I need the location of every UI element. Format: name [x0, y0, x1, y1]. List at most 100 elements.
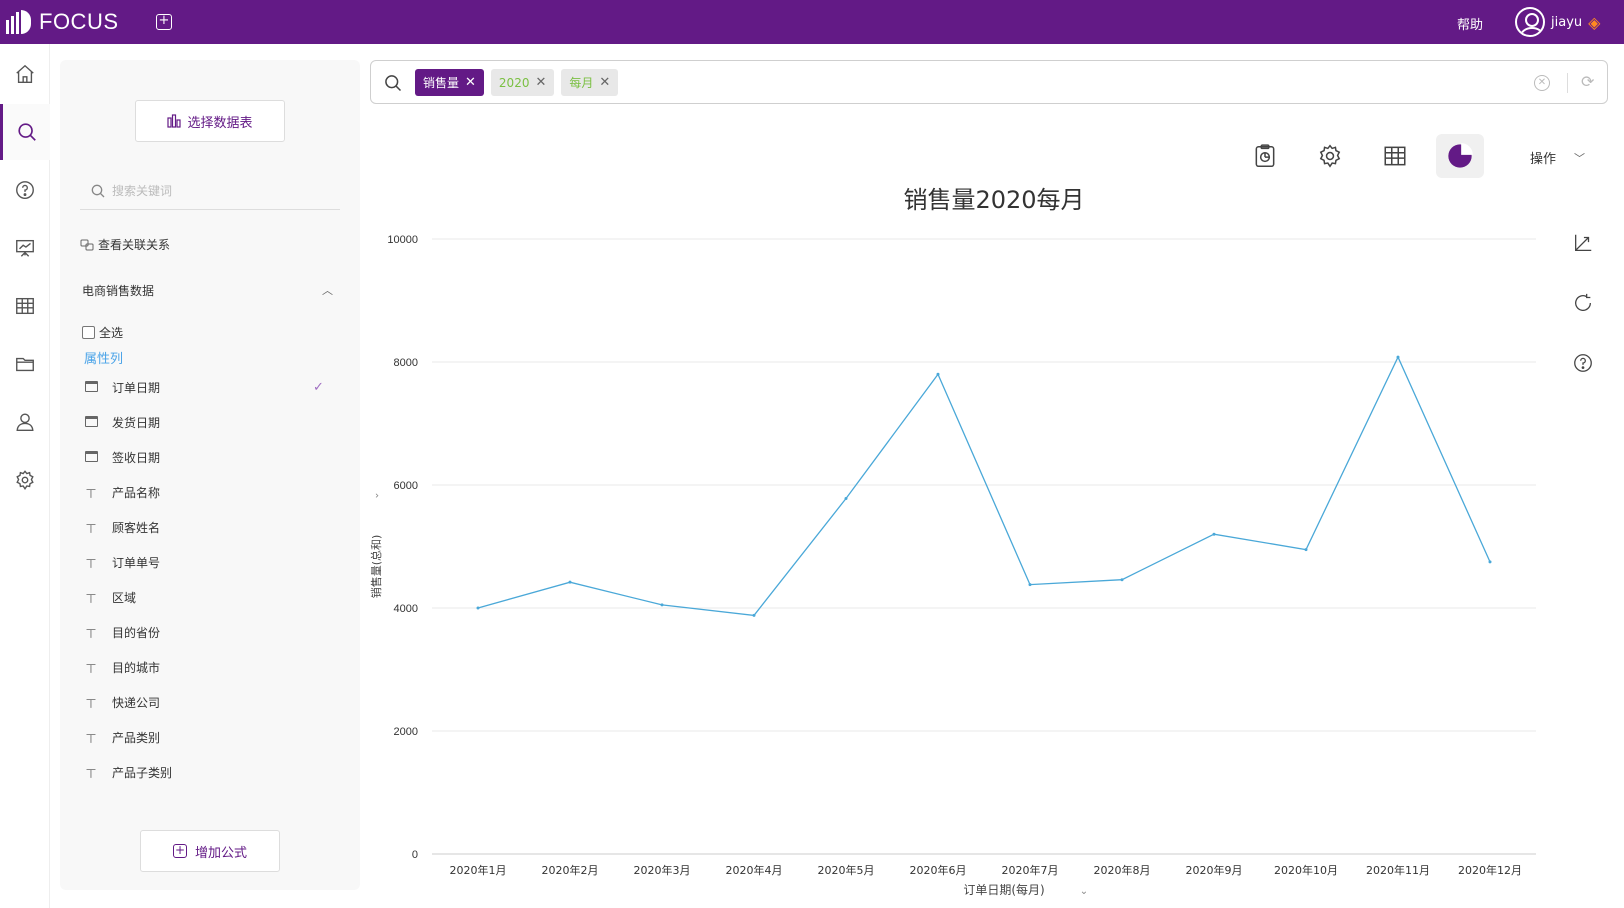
chart-help-button[interactable]	[1568, 352, 1598, 412]
help-link[interactable]: 帮助	[1457, 14, 1483, 33]
attribute-columns-title: 属性列	[84, 352, 124, 367]
data-panel: 选择数据表 搜索关键词 查看关联关系 电商销售数据 ︿ 全选 属性列 订单日期 ✓…	[60, 60, 360, 890]
select-all-checkbox[interactable]: 全选	[82, 324, 123, 341]
reset-button[interactable]	[1568, 292, 1598, 352]
bar-chart-icon	[167, 114, 182, 128]
search-tokens: 销售量 ✕ 2020 ✕ 每月 ✕	[415, 69, 619, 96]
field-item[interactable]: 丅 目的省份	[80, 615, 340, 650]
close-icon[interactable]: ✕	[599, 75, 610, 90]
field-item[interactable]: 丅 产品子类别	[80, 755, 340, 790]
nav-search[interactable]	[0, 104, 50, 160]
nav-settings[interactable]	[0, 452, 50, 508]
x-tick-label: 2020年6月	[910, 863, 967, 877]
plus-icon: +	[172, 843, 187, 858]
x-tick-label: 2020年10月	[1274, 863, 1338, 877]
app-logo[interactable]: FOCUS	[6, 9, 119, 35]
search-token[interactable]: 2020 ✕	[490, 69, 555, 96]
y-tick-label: 0	[412, 849, 418, 861]
close-icon[interactable]: ✕	[465, 75, 476, 90]
field-item[interactable]: 丅 产品类别	[80, 720, 340, 755]
text-type-icon: 丅	[86, 734, 96, 745]
data-point	[476, 606, 480, 610]
select-data-table-button[interactable]: 选择数据表	[135, 100, 285, 142]
field-item[interactable]: 签收日期	[80, 440, 340, 475]
field-label: 产品名称	[112, 486, 161, 500]
axis-swap-button[interactable]	[1568, 232, 1598, 292]
add-formula-label: 增加公式	[194, 845, 247, 861]
add-formula-button[interactable]: + 增加公式	[140, 830, 280, 872]
clear-search-icon[interactable]: ✕	[1534, 75, 1550, 91]
x-axis-label: 订单日期(每月)	[963, 882, 1044, 897]
y-tick-label: 8000	[394, 357, 418, 369]
left-nav	[0, 44, 50, 908]
text-type-icon: 丅	[86, 664, 96, 675]
top-bar: FOCUS + 帮助 jiayu ◈	[0, 0, 1624, 44]
avatar	[1515, 7, 1545, 37]
x-tick-label: 2020年5月	[818, 863, 875, 877]
nav-data-tables[interactable]	[0, 278, 50, 334]
nav-help[interactable]	[0, 162, 50, 218]
field-label: 产品类别	[112, 731, 161, 745]
series-line	[477, 355, 1491, 617]
y-tick-label: 2000	[394, 726, 418, 738]
axis-swap-icon	[1575, 234, 1592, 251]
field-label: 顾客姓名	[112, 521, 161, 535]
data-point	[936, 372, 940, 376]
operations-label: 操作	[1530, 152, 1557, 167]
search-token[interactable]: 每月 ✕	[561, 69, 619, 96]
text-type-icon: 丅	[86, 769, 96, 780]
presentation-icon	[16, 239, 34, 257]
field-item[interactable]: 发货日期	[80, 405, 340, 440]
home-icon	[16, 64, 34, 83]
chart-side-tools	[1568, 232, 1598, 412]
y-tick-label: 6000	[394, 480, 418, 492]
search-icon	[17, 123, 36, 141]
x-tick-label: 2020年4月	[726, 863, 783, 877]
data-point	[1212, 532, 1216, 536]
field-item[interactable]: 订单日期 ✓	[80, 370, 340, 405]
report-button[interactable]	[1241, 134, 1289, 178]
field-item[interactable]: 丅 订单单号	[80, 545, 340, 580]
token-label: 销售量	[423, 76, 460, 90]
chevron-up-icon[interactable]: ︿	[322, 282, 333, 298]
table-icon	[16, 297, 34, 315]
x-tick-label: 2020年12月	[1458, 863, 1522, 877]
nav-home[interactable]	[0, 46, 50, 102]
data-point	[660, 603, 664, 607]
keyword-search-input[interactable]: 搜索关键词	[80, 172, 340, 210]
chart-type-button[interactable]	[1436, 134, 1484, 178]
table-group-title: 电商销售数据	[82, 284, 155, 298]
operations-menu[interactable]: 操作 ﹀	[1530, 148, 1586, 168]
checkmark-icon: ✓	[313, 380, 324, 395]
nav-users[interactable]	[0, 394, 50, 450]
y-tick-label: 10000	[387, 234, 418, 246]
field-item[interactable]: 丅 区域	[80, 580, 340, 615]
chevron-down-icon: ﹀	[1574, 151, 1586, 165]
table-view-button[interactable]	[1371, 134, 1419, 178]
x-tick-label: 2020年7月	[1002, 863, 1059, 877]
close-icon[interactable]: ✕	[535, 75, 546, 90]
chart-settings-button[interactable]	[1306, 134, 1354, 178]
field-label: 目的省份	[112, 626, 161, 640]
x-tick-label: 2020年9月	[1186, 863, 1243, 877]
x-axis-chevron-icon: ⌄	[1080, 886, 1088, 897]
field-item[interactable]: 丅 快递公司	[80, 685, 340, 720]
view-relations-link[interactable]: 查看关联关系	[80, 236, 170, 253]
field-item[interactable]: 丅 产品名称	[80, 475, 340, 510]
search-token[interactable]: 销售量 ✕	[415, 69, 484, 96]
calendar-icon	[84, 450, 98, 462]
brand-name: FOCUS	[39, 9, 119, 34]
field-label: 订单单号	[112, 556, 161, 570]
help-circle-icon	[16, 181, 34, 199]
text-type-icon: 丅	[86, 524, 96, 535]
field-item[interactable]: 丅 顾客姓名	[80, 510, 340, 545]
field-item[interactable]: 丅 目的城市	[80, 650, 340, 685]
nav-files[interactable]	[0, 336, 50, 392]
nav-dashboard[interactable]	[0, 220, 50, 276]
user-menu[interactable]: jiayu ◈	[1515, 7, 1600, 37]
data-point	[1396, 355, 1400, 359]
refresh-icon[interactable]: ⟳	[1581, 72, 1594, 91]
search-bar[interactable]: 销售量 ✕ 2020 ✕ 每月 ✕ ✕ ⟳	[370, 60, 1608, 104]
new-tab-plus-icon[interactable]: +	[156, 14, 172, 30]
view-relations-label: 查看关联关系	[98, 238, 171, 252]
